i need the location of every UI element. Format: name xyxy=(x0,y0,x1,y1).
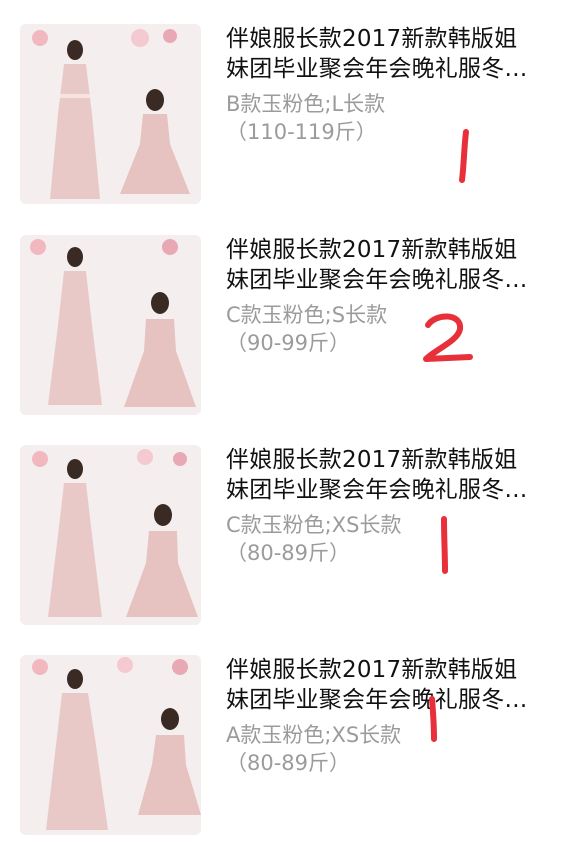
product-title-line2: 妹团毕业聚会年会晚礼服冬… xyxy=(226,687,528,713)
product-title[interactable]: 伴娘服长款2017新款韩版姐 妹团毕业聚会年会晚礼服冬… xyxy=(226,24,556,84)
bridesmaid-dress-photo xyxy=(20,445,201,625)
variant-weight-range: （90-99斤） xyxy=(226,331,351,355)
product-thumbnail[interactable] xyxy=(20,445,201,625)
product-title[interactable]: 伴娘服长款2017新款韩版姐 妹团毕业聚会年会晚礼服冬… xyxy=(226,235,556,295)
product-title-line2: 妹团毕业聚会年会晚礼服冬… xyxy=(226,267,528,293)
order-item[interactable]: 伴娘服长款2017新款韩版姐 妹团毕业聚会年会晚礼服冬… C款玉粉色;S长款 （… xyxy=(0,235,572,445)
product-title[interactable]: 伴娘服长款2017新款韩版姐 妹团毕业聚会年会晚礼服冬… xyxy=(226,655,556,715)
bridesmaid-dress-photo xyxy=(20,24,201,204)
variant-style-size: A款玉粉色;XS长款 xyxy=(226,723,402,747)
variant-style-size: C款玉粉色;XS长款 xyxy=(226,513,402,537)
product-title-line1: 伴娘服长款2017新款韩版姐 xyxy=(226,26,518,52)
product-variant: C款玉粉色;S长款 （90-99斤） xyxy=(226,301,526,357)
product-title-line2: 妹团毕业聚会年会晚礼服冬… xyxy=(226,477,528,503)
product-title-line1: 伴娘服长款2017新款韩版姐 xyxy=(226,237,518,263)
product-thumbnail[interactable] xyxy=(20,24,201,204)
product-title-line1: 伴娘服长款2017新款韩版姐 xyxy=(226,657,518,683)
product-variant: C款玉粉色;XS长款 （80-89斤） xyxy=(226,511,526,567)
product-title-line2: 妹团毕业聚会年会晚礼服冬… xyxy=(226,56,528,82)
order-item[interactable]: 伴娘服长款2017新款韩版姐 妹团毕业聚会年会晚礼服冬… C款玉粉色;XS长款 … xyxy=(0,445,572,655)
variant-weight-range: （80-89斤） xyxy=(226,541,351,565)
order-item[interactable]: 伴娘服长款2017新款韩版姐 妹团毕业聚会年会晚礼服冬… A款玉粉色;XS长款 … xyxy=(0,655,572,865)
product-title-line1: 伴娘服长款2017新款韩版姐 xyxy=(226,447,518,473)
variant-style-size: C款玉粉色;S长款 xyxy=(226,303,388,327)
variant-style-size: B款玉粉色;L长款 xyxy=(226,92,386,116)
product-variant: A款玉粉色;XS长款 （80-89斤） xyxy=(226,721,526,777)
product-title[interactable]: 伴娘服长款2017新款韩版姐 妹团毕业聚会年会晚礼服冬… xyxy=(226,445,556,505)
product-variant: B款玉粉色;L长款 （110-119斤） xyxy=(226,90,526,146)
bridesmaid-dress-photo xyxy=(20,235,201,415)
product-thumbnail[interactable] xyxy=(20,235,201,415)
variant-weight-range: （110-119斤） xyxy=(226,120,377,144)
variant-weight-range: （80-89斤） xyxy=(226,751,351,775)
bridesmaid-dress-photo xyxy=(20,655,201,835)
order-item[interactable]: 伴娘服长款2017新款韩版姐 妹团毕业聚会年会晚礼服冬… B款玉粉色;L长款 （… xyxy=(0,24,572,234)
product-thumbnail[interactable] xyxy=(20,655,201,835)
